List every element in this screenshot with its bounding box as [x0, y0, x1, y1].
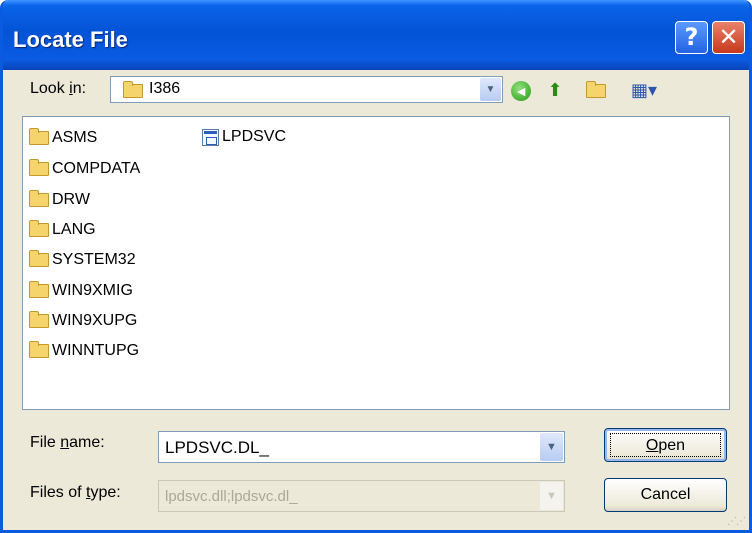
folder-label: WIN9XMIG [52, 282, 133, 299]
look-in-value: I386 [149, 80, 181, 97]
list-item-folder[interactable]: ASMS [29, 127, 97, 149]
look-in-dropdown-button[interactable]: ▼ [480, 78, 501, 101]
close-icon: ✕ [718, 23, 739, 51]
chevron-down-icon: ▼ [546, 441, 557, 453]
file-name-dropdown-button[interactable]: ▼ [540, 433, 563, 461]
file-label: LPDSVC [222, 128, 287, 145]
focus-rectangle: Open [610, 433, 721, 457]
folder-icon [29, 250, 49, 267]
list-item-folder[interactable]: DRW [29, 189, 90, 211]
folder-icon [29, 281, 49, 298]
folder-icon [29, 190, 49, 207]
locate-file-dialog: Locate File ? ✕ Look in: I386 ▼ ◄ ⬆ ▦▾ A… [0, 0, 752, 533]
folder-icon [29, 341, 49, 358]
folder-label: ASMS [52, 129, 98, 146]
file-type-value: lpdsvc.dll;lpdsvc.dl_ [165, 488, 298, 505]
file-name-label-suffix: ame: [69, 434, 105, 451]
dialog-title: Locate File [13, 27, 128, 52]
list-item-folder[interactable]: WINNTUPG [29, 340, 139, 362]
file-name-input[interactable]: LPDSVC.DL_ ▼ [158, 431, 565, 463]
file-list[interactable]: ASMS COMPDATA DRW LANG SYSTEM32 WIN9XMIG… [22, 116, 730, 410]
look-in-label-suffix: n: [72, 80, 87, 97]
file-type-dropdown-button: ▼ [540, 482, 563, 510]
views-menu-icon: ▦▾ [630, 80, 658, 100]
file-name-label: File name: [30, 434, 105, 452]
list-item-folder[interactable]: SYSTEM32 [29, 249, 136, 271]
list-item-folder[interactable]: WIN9XMIG [29, 280, 133, 302]
folder-label: DRW [52, 191, 90, 208]
close-button[interactable]: ✕ [712, 21, 745, 54]
list-item-folder[interactable]: COMPDATA [29, 158, 140, 180]
folder-label: WIN9XUPG [52, 312, 138, 329]
folder-icon [29, 159, 49, 176]
folder-icon [123, 81, 143, 98]
file-name-value: LPDSVC.DL_ [165, 438, 269, 457]
folder-icon [29, 311, 49, 328]
open-button[interactable]: Open [604, 428, 727, 462]
help-button[interactable]: ? [675, 21, 708, 54]
chevron-down-icon: ▼ [546, 490, 557, 502]
resize-grip[interactable]: ⋰⋰ [727, 516, 746, 527]
chevron-down-icon: ▼ [485, 84, 496, 95]
help-icon: ? [684, 23, 699, 51]
file-type-dropdown: lpdsvc.dll;lpdsvc.dl_ ▼ [158, 480, 565, 512]
look-in-label-prefix: Look [30, 80, 70, 97]
up-one-level-icon: ⬆ [547, 80, 563, 100]
folder-icon [29, 220, 49, 237]
dll-file-icon [202, 128, 219, 146]
folder-label: COMPDATA [52, 160, 141, 177]
new-folder-icon [586, 81, 606, 99]
folder-label: SYSTEM32 [52, 251, 136, 268]
open-button-label: pen [658, 437, 686, 454]
folder-label: LANG [52, 221, 96, 238]
look-in-label: Look in: [30, 80, 86, 98]
title-bar[interactable]: Locate File ? ✕ [3, 0, 749, 70]
cancel-button-label: Cancel [640, 486, 691, 503]
folder-icon [29, 128, 49, 145]
file-name-label-accel: n [60, 434, 70, 451]
file-type-label: Files of type: [30, 484, 121, 502]
up-one-level-button[interactable]: ⬆ [543, 78, 567, 102]
list-item-folder[interactable]: LANG [29, 219, 96, 241]
list-item-file[interactable]: LPDSVC [202, 126, 286, 148]
back-button[interactable]: ◄ [509, 78, 533, 102]
file-name-label-prefix: File [30, 434, 61, 451]
file-type-label-suffix: ype: [90, 484, 121, 501]
folder-label: WINNTUPG [52, 342, 140, 359]
new-folder-button[interactable] [584, 78, 608, 102]
back-icon: ◄ [511, 81, 531, 101]
cancel-button[interactable]: Cancel [604, 478, 727, 512]
file-type-label-prefix: Files of [30, 484, 87, 501]
views-menu-button[interactable]: ▦▾ [627, 78, 661, 102]
open-button-accel: O [645, 437, 659, 454]
look-in-dropdown[interactable]: I386 ▼ [110, 76, 503, 103]
list-item-folder[interactable]: WIN9XUPG [29, 310, 137, 332]
